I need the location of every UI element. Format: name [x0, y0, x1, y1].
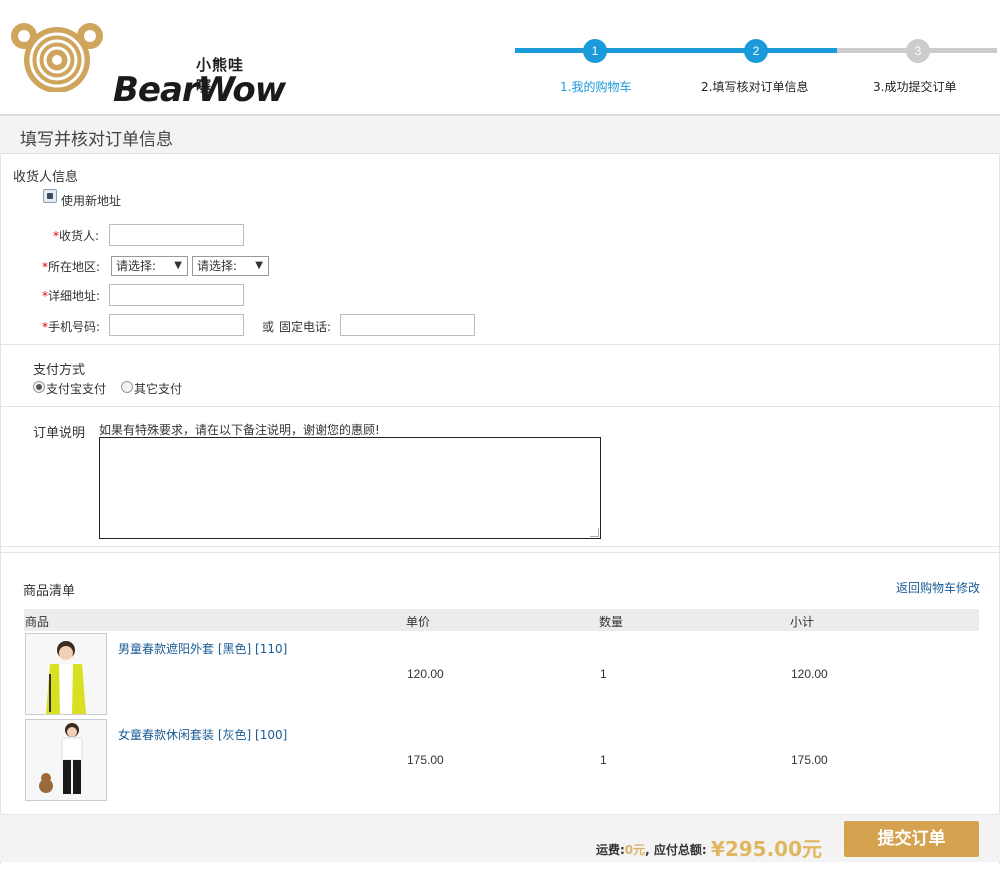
region-label: *所在地区:: [42, 260, 101, 274]
divider: [1, 344, 999, 345]
address-input[interactable]: [109, 284, 244, 306]
other-pay-radio[interactable]: [121, 381, 133, 393]
mobile-input[interactable]: [109, 314, 244, 336]
bearwow-logo[interactable]: 小熊哇噻 BearWow: [10, 22, 286, 110]
product-qty: 1: [600, 667, 607, 681]
step-1-dot: 1: [583, 39, 607, 63]
step-2-dot: 2: [744, 39, 768, 63]
divider: [1, 406, 999, 407]
product-subtotal: 120.00: [791, 667, 828, 681]
landline-label: 固定电话:: [279, 320, 332, 334]
shipping-label: 运费:: [595, 843, 625, 857]
province-select[interactable]: 请选择: ▼: [111, 256, 188, 276]
divider: [1, 546, 999, 547]
step-2-label: 2.填写核对订单信息: [701, 80, 809, 94]
city-select[interactable]: 请选择: ▼: [192, 256, 269, 276]
logo-en-text: BearWow: [113, 70, 286, 110]
checkout-progress: 1 2 3 1.我的购物车 2.填写核对订单信息 3.成功提交订单: [515, 36, 997, 106]
consignee-section-label: 收货人信息: [13, 170, 79, 185]
order-note-label: 订单说明: [33, 426, 86, 441]
order-note-hint: 如果有特殊要求，请在以下备注说明，谢谢您的惠顾!: [99, 423, 380, 437]
boy-jacket-thumbnail: [26, 634, 106, 714]
total-amount: ¥295.00元: [710, 837, 822, 861]
alipay-radio[interactable]: [33, 381, 45, 393]
consignee-name-input[interactable]: [109, 224, 244, 246]
order-totals: 运费:0元, 应付总额: ¥295.00元: [595, 837, 822, 861]
alipay-label[interactable]: 支付宝支付: [46, 380, 106, 397]
or-text: 或: [262, 320, 275, 334]
back-to-cart-link[interactable]: 返回购物车修改: [896, 579, 980, 596]
mobile-label: *手机号码:: [42, 320, 101, 334]
product-table-header: 商品 单价 数量 小计: [24, 609, 979, 631]
product-image[interactable]: [25, 633, 107, 715]
step-3-dot: 3: [906, 39, 930, 63]
product-subtotal: 175.00: [791, 753, 828, 767]
submit-order-button[interactable]: 提交订单: [844, 821, 979, 857]
use-new-address-checkbox[interactable]: [43, 189, 57, 203]
dropdown-arrow-icon: ▼: [174, 260, 182, 271]
other-pay-label[interactable]: 其它支付: [134, 380, 182, 397]
header: 小熊哇噻 BearWow 1 2 3 1.我的购物车 2.填写核对订单信息 3.…: [0, 0, 1000, 114]
product-name-link[interactable]: 女童春款休闲套装 [灰色] [100]: [118, 726, 287, 743]
product-price: 120.00: [407, 667, 444, 681]
col-subtotal: 小计: [790, 615, 815, 629]
dropdown-arrow-icon: ▼: [255, 260, 263, 271]
order-summary-bar: 运费:0元, 应付总额: ¥295.00元 提交订单: [0, 814, 1000, 862]
product-list-label: 商品清单: [23, 584, 76, 599]
total-label: 应付总额:: [653, 843, 707, 857]
page-title-bar: 填写并核对订单信息: [0, 114, 1000, 154]
product-qty: 1: [600, 753, 607, 767]
step-3-label: 3.成功提交订单: [873, 80, 957, 94]
col-product: 商品: [25, 615, 50, 629]
col-price: 单价: [406, 615, 431, 629]
consignee-name-label: *收货人:: [53, 229, 100, 243]
product-image[interactable]: [25, 719, 107, 801]
resize-grip-icon[interactable]: [590, 528, 599, 537]
girl-set-thumbnail: [26, 720, 106, 800]
product-name-link[interactable]: 男童春款遮阳外套 [黑色] [110]: [118, 640, 287, 657]
page-title: 填写并核对订单信息: [20, 130, 173, 150]
use-new-address-label: 使用新地址: [61, 194, 122, 208]
col-qty: 数量: [599, 615, 624, 629]
order-form-panel: 收货人信息 使用新地址 *收货人: *所在地区: 请选择: ▼ 请选择: ▼ *详细…: [0, 154, 1000, 864]
landline-input[interactable]: [340, 314, 475, 336]
step-1-label[interactable]: 1.我的购物车: [560, 78, 631, 95]
payment-section-label: 支付方式: [33, 363, 86, 378]
shipping-value: 0元: [624, 843, 646, 857]
address-label: *详细地址:: [42, 289, 101, 303]
progress-line-done: [515, 48, 837, 53]
product-price: 175.00: [407, 753, 444, 767]
order-note-textarea[interactable]: [99, 437, 601, 539]
divider: [1, 552, 999, 553]
